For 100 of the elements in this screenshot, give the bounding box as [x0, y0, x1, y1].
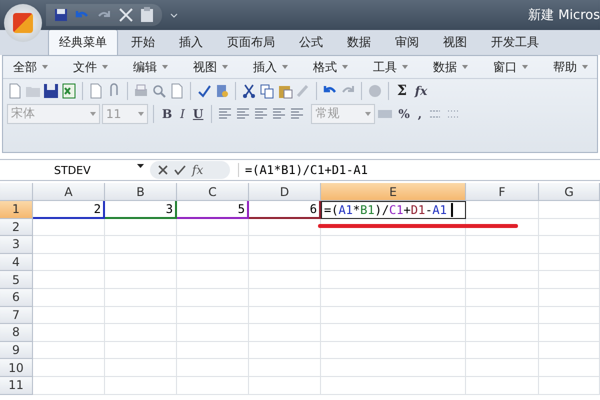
- table-cell: [33, 306, 105, 324]
- row-header[interactable]: 3: [0, 236, 33, 254]
- table-cell: [539, 342, 600, 360]
- table-cell: [249, 359, 321, 377]
- table-cell: [105, 271, 177, 289]
- table-cell: [33, 236, 105, 254]
- ribbon-tab[interactable]: 数据: [336, 29, 382, 55]
- document-icon[interactable]: [88, 82, 104, 98]
- printer-icon[interactable]: [133, 82, 149, 98]
- table-cell: [249, 324, 321, 342]
- table-cell: [105, 288, 177, 307]
- column-header[interactable]: G: [539, 183, 600, 201]
- menu-item[interactable]: 全部: [7, 56, 54, 78]
- caret-icon: [222, 65, 228, 70]
- table-cell: 5: [177, 201, 249, 219]
- row-header[interactable]: 1: [0, 201, 33, 219]
- caret-icon: [582, 65, 588, 70]
- save-icon[interactable]: [43, 82, 59, 98]
- row-header[interactable]: 6: [0, 288, 33, 307]
- number-style-button[interactable]: %: [395, 106, 413, 120]
- caret-icon: [102, 65, 108, 70]
- new-document-icon[interactable]: [7, 82, 23, 98]
- menu-item[interactable]: 视图: [187, 56, 234, 78]
- menu-item[interactable]: 格式: [307, 56, 354, 78]
- table-cell: [105, 218, 177, 236]
- column-header[interactable]: D: [249, 183, 321, 201]
- ribbon-tab[interactable]: 开始: [120, 29, 166, 55]
- table-cell: [105, 359, 177, 377]
- menu-item[interactable]: 帮助: [547, 56, 594, 78]
- table-cell: [539, 218, 600, 236]
- table-cell: [33, 359, 105, 377]
- format-button[interactable]: U: [190, 106, 206, 120]
- table-cell: [33, 342, 105, 360]
- function-button[interactable]: fx: [412, 84, 430, 98]
- align-left-icon[interactable]: [217, 106, 234, 122]
- table-cell: [249, 288, 321, 307]
- table-cell: [177, 342, 249, 360]
- formula-field[interactable]: =(A1*B1)/C1+D1-A1: [238, 163, 600, 177]
- ribbon-tab[interactable]: 开发工具: [480, 29, 550, 55]
- table-cell: [539, 324, 600, 342]
- name-box[interactable]: STDEV: [0, 164, 150, 176]
- save-icon[interactable]: [54, 8, 68, 22]
- caret-icon: [282, 65, 288, 70]
- column-header[interactable]: C: [177, 183, 249, 201]
- table-cell: [539, 201, 600, 219]
- number-style-button[interactable]: ,: [414, 106, 425, 120]
- table-cell: [249, 342, 321, 360]
- caret-icon: [365, 112, 372, 116]
- ribbon-tab[interactable]: 经典菜单: [48, 29, 118, 55]
- column-header[interactable]: F: [466, 183, 539, 201]
- table-cell: [33, 218, 105, 236]
- menu-item[interactable]: 窗口: [487, 56, 534, 78]
- ribbon-tab[interactable]: 插入: [168, 29, 214, 55]
- office-button[interactable]: [4, 4, 42, 42]
- ribbon-tab[interactable]: 公式: [288, 29, 334, 55]
- table-cell: [105, 342, 177, 360]
- copy-icon[interactable]: [259, 82, 275, 98]
- caret-icon: [42, 65, 48, 70]
- row-header[interactable]: 11: [0, 376, 33, 395]
- table-cell: [249, 376, 321, 395]
- autosum-button[interactable]: Σ: [394, 82, 410, 98]
- table-cell: [539, 359, 600, 377]
- menu-item[interactable]: 编辑: [127, 56, 174, 78]
- menu-item[interactable]: 工具: [367, 56, 414, 78]
- menu-item[interactable]: 插入: [247, 56, 294, 78]
- row-header[interactable]: 2: [0, 218, 33, 236]
- formula-input-field[interactable]: =(A1*B1)/C1+D1-A1: [321, 201, 466, 219]
- customize-caret-icon[interactable]: [170, 11, 178, 19]
- ribbon-tab[interactable]: 审阅: [384, 29, 430, 55]
- spreadsheet-icon[interactable]: [61, 82, 77, 98]
- row-header[interactable]: 10: [0, 359, 33, 377]
- row-header[interactable]: 5: [0, 271, 33, 289]
- column-header[interactable]: E: [321, 183, 466, 201]
- column-header[interactable]: A: [33, 183, 105, 201]
- table-cell: [177, 376, 249, 395]
- format-button[interactable]: B: [159, 106, 176, 120]
- magnifier-icon[interactable]: [151, 82, 167, 98]
- row-header[interactable]: 7: [0, 306, 33, 324]
- table-cell: [539, 236, 600, 254]
- row-header[interactable]: 4: [0, 254, 33, 272]
- ribbon-tab[interactable]: 视图: [432, 29, 478, 55]
- table-cell: 6: [249, 201, 321, 219]
- insert-function-button[interactable]: fx: [192, 163, 204, 177]
- column-header[interactable]: B: [105, 183, 177, 201]
- table-cell: [33, 288, 105, 307]
- row-header[interactable]: 8: [0, 324, 33, 342]
- close-icon[interactable]: [158, 165, 168, 175]
- table-cell: [105, 306, 177, 324]
- scissors-icon[interactable]: [241, 82, 257, 98]
- menu-item[interactable]: 文件: [67, 56, 114, 78]
- menu-item[interactable]: 数据: [427, 56, 474, 78]
- row-header[interactable]: 9: [0, 342, 33, 360]
- checkmark-icon[interactable]: [174, 165, 186, 175]
- table-cell: [177, 306, 249, 324]
- caret-icon: [137, 164, 144, 168]
- table-cell: [33, 376, 105, 395]
- caret-icon: [162, 65, 168, 70]
- table-cell: [177, 236, 249, 254]
- format-button[interactable]: I: [177, 106, 188, 120]
- ribbon-tab[interactable]: 页面布局: [216, 29, 286, 55]
